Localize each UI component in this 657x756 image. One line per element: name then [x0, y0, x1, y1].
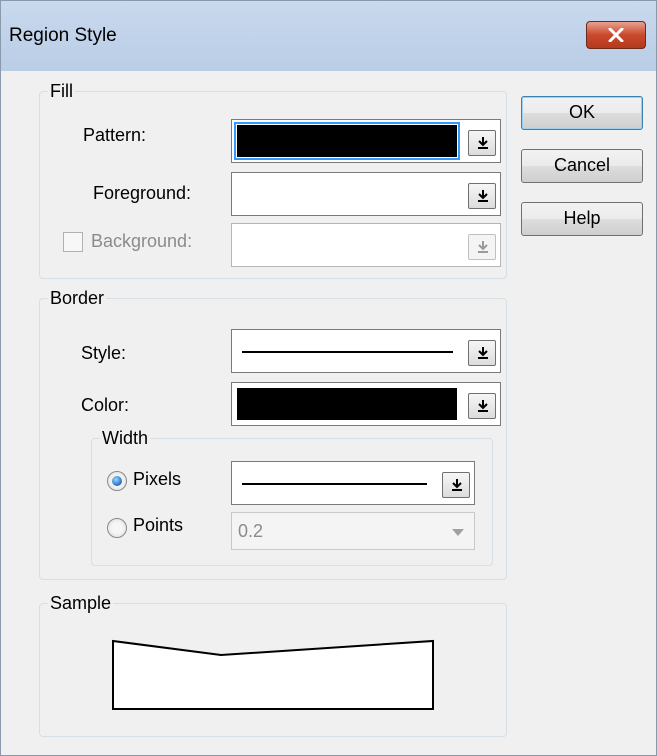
border-style-dropdown-button[interactable] [468, 340, 496, 366]
ok-button[interactable]: OK [521, 96, 643, 130]
points-label: Points [133, 515, 184, 535]
sample-preview [112, 639, 434, 710]
dropdown-arrow-icon [478, 400, 488, 412]
window-title: Region Style [9, 25, 117, 46]
border-group-legend: Border [50, 288, 105, 308]
foreground-dropdown[interactable] [231, 172, 501, 216]
pattern-dropdown[interactable] [231, 119, 501, 163]
dialog-client-area: Fill Pattern: Foreground: Background: Bo… [9, 71, 649, 743]
help-button[interactable]: Help [521, 202, 643, 236]
border-color-dropdown-button[interactable] [468, 393, 496, 419]
pixels-radio[interactable] [107, 471, 127, 491]
style-label: Style: [81, 343, 127, 363]
color-label: Color: [81, 395, 130, 415]
close-button[interactable] [586, 21, 646, 49]
background-label: Background: [91, 231, 193, 251]
dropdown-arrow-icon [478, 347, 488, 359]
pattern-label: Pattern: [83, 125, 147, 145]
pixels-width-dropdown-button[interactable] [442, 472, 470, 498]
foreground-label: Foreground: [93, 183, 192, 203]
pixels-width-dropdown[interactable] [231, 461, 475, 505]
points-width-dropdown[interactable]: 0.2 [231, 512, 475, 550]
background-dropdown[interactable] [231, 223, 501, 267]
dropdown-arrow-icon [478, 190, 488, 202]
background-dropdown-button[interactable] [468, 234, 496, 260]
foreground-dropdown-button[interactable] [468, 183, 496, 209]
sample-group-legend: Sample [50, 593, 112, 613]
sample-region-shape [112, 639, 434, 710]
cancel-button[interactable]: Cancel [521, 149, 643, 183]
pixels-label: Pixels [133, 469, 182, 489]
border-style-dropdown[interactable] [231, 329, 501, 373]
border-color-dropdown[interactable] [231, 382, 501, 426]
border-style-line-preview [242, 351, 453, 353]
pattern-dropdown-button[interactable] [468, 130, 496, 156]
close-icon [608, 28, 624, 42]
pixels-width-line-preview [242, 483, 427, 485]
dropdown-arrow-icon [452, 479, 462, 491]
dropdown-arrow-icon [478, 241, 488, 253]
width-group-legend: Width [102, 428, 149, 448]
background-checkbox[interactable] [63, 232, 83, 252]
points-radio[interactable] [107, 518, 127, 538]
title-bar[interactable]: Region Style [1, 1, 656, 71]
chevron-down-icon [452, 529, 464, 536]
pattern-swatch [234, 122, 460, 160]
dropdown-arrow-icon [478, 137, 488, 149]
border-color-swatch [237, 388, 457, 420]
points-value: 0.2 [238, 521, 264, 541]
fill-group-legend: Fill [50, 81, 73, 101]
region-style-dialog: Region Style Fill Pattern: Foreground: B… [0, 0, 657, 756]
